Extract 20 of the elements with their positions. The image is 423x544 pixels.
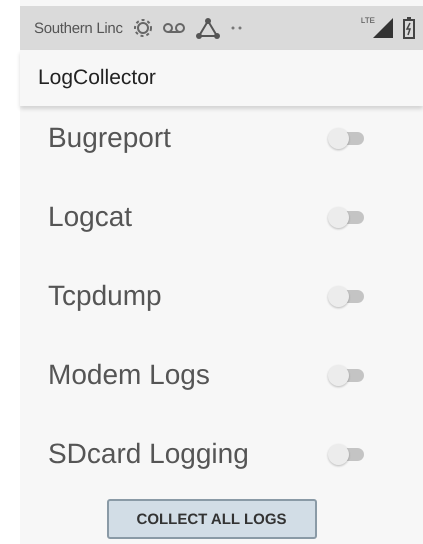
toggle-switch[interactable] [328,206,364,228]
toggle-switch[interactable] [328,364,364,386]
dots-icon [230,26,243,30]
setting-label: Bugreport [48,122,172,154]
setting-label: Tcpdump [48,280,163,312]
network-type: LTE [360,16,375,25]
triangle-nodes-icon [194,17,221,39]
gear-icon [132,18,153,38]
collect-logs-button[interactable]: COLLECT ALL LOGS [106,499,316,539]
carrier-name: Southern Linc [34,20,123,36]
toggle-switch[interactable] [328,284,364,306]
setting-label: Logcat [48,200,134,232]
app-title: LogCollector [38,66,156,90]
setting-label: Modem Logs [48,358,211,390]
toggle-switch[interactable] [328,126,364,148]
voicemail-icon [162,22,185,34]
toggle-switch[interactable] [328,442,364,464]
setting-label: SDcard Logging [48,438,250,470]
signal-icon [373,18,393,38]
battery-icon [403,17,415,39]
